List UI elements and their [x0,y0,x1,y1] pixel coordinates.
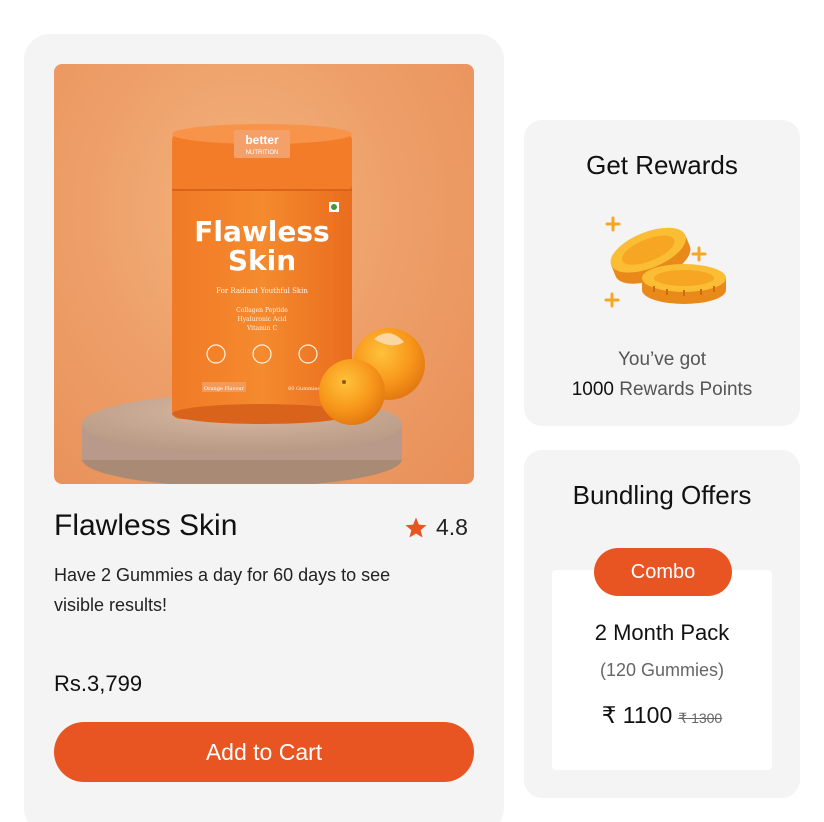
rating-value: 4.8 [436,514,468,540]
product-card: better NUTRITION Flawless Skin For Radia… [24,34,504,822]
product-description: Have 2 Gummies a day for 60 days to see … [54,565,391,615]
rewards-points-label: Rewards Points [619,379,753,400]
svg-text:NUTRITION: NUTRITION [246,150,279,156]
rewards-text: You’ve got 1000 Rewards Points [524,345,800,405]
combo-badge: Combo [594,548,732,596]
coins-icon [604,216,726,308]
orange-fruit [319,359,385,425]
svg-text:Hyaluronic Acid: Hyaluronic Acid [238,316,287,323]
svg-text:60 Gummies: 60 Gummies [288,386,320,392]
pack-name: 2 Month Pack [594,620,730,645]
add-to-cart-button[interactable]: Add to Cart [54,722,474,782]
bundle-title: Bundling Offers [572,480,752,510]
svg-text:Skin: Skin [228,244,296,277]
rewards-points-line: 1000 Rewards Points [524,375,800,405]
pack-count: (120 Gummies) [599,660,725,680]
rating: 4.8 [404,514,468,541]
rewards-card[interactable]: Get Rewards You’ve got 1000 Rewards Poin… [524,120,800,426]
rewards-line1: You’ve got [617,349,707,370]
bundle-card: Bundling Offers 2 Month Pack (120 Gummie… [524,450,800,798]
rewards-title: Get Rewards [586,150,738,180]
pack-price: ₹ 1100 ₹ 1300 [552,702,772,729]
star-icon [405,517,427,537]
product-title: Flawless Skin [54,509,238,542]
pack-current-price: ₹ 1100 [601,702,673,728]
product-photo: better NUTRITION Flawless Skin For Radia… [82,124,425,484]
product-price: Rs.3,799 [54,671,143,696]
svg-text:better: better [245,133,279,147]
product-image[interactable]: better NUTRITION Flawless Skin For Radia… [54,64,474,484]
rewards-points-value: 1000 [571,379,614,400]
pack-old-price: ₹ 1300 [678,710,723,726]
svg-text:For Radiant Youthful Skin: For Radiant Youthful Skin [216,287,308,295]
svg-text:Orange Flavour: Orange Flavour [204,386,245,392]
svg-text:Vitamin C: Vitamin C [246,325,278,332]
svg-text:Collagen Peptide: Collagen Peptide [236,307,288,314]
bundle-offer[interactable]: 2 Month Pack (120 Gummies) ₹ 1100 ₹ 1300 [552,570,772,770]
